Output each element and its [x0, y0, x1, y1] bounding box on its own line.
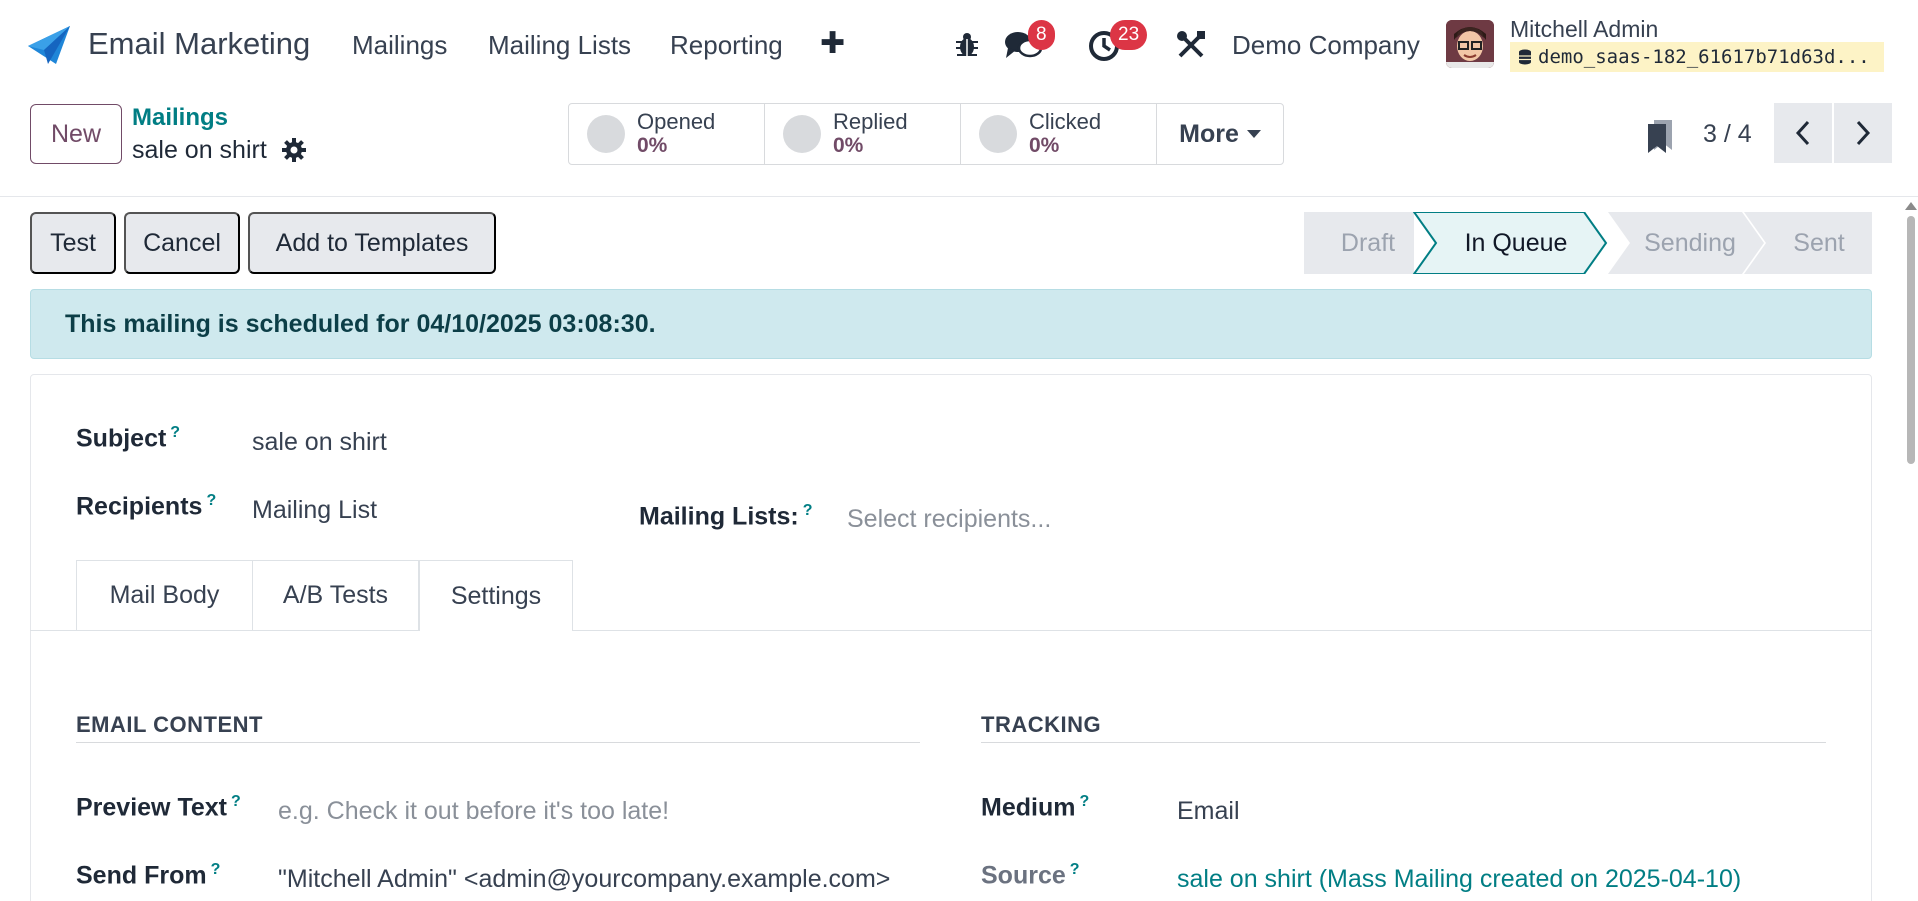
- preview-text-input[interactable]: e.g. Check it out before it's too late!: [278, 797, 669, 826]
- user-avatar-image: [1446, 20, 1494, 68]
- medium-label: Medium?: [981, 793, 1089, 822]
- test-button[interactable]: Test: [30, 212, 116, 274]
- chevron-left-icon: [1795, 120, 1810, 146]
- breadcrumb-mailings-link[interactable]: Mailings: [132, 104, 228, 132]
- help-icon[interactable]: ?: [1079, 793, 1089, 810]
- top-navbar: Email Marketing Mailings Mailing Lists R…: [0, 0, 1918, 90]
- status-pipeline: Draft In Queue Sending Sent: [1304, 212, 1872, 274]
- medium-label-text: Medium: [981, 793, 1076, 822]
- stage-draft[interactable]: Draft: [1304, 212, 1432, 274]
- stage-sent[interactable]: Sent: [1766, 212, 1872, 274]
- menu-mailings[interactable]: Mailings: [352, 30, 447, 61]
- more-dropdown-button[interactable]: More: [1157, 104, 1283, 164]
- stat-clicked-button[interactable]: Clicked 0%: [961, 104, 1157, 164]
- stat-opened-button[interactable]: Opened 0%: [569, 104, 765, 164]
- send-from-label-text: Send From: [76, 861, 207, 890]
- menu-reporting[interactable]: Reporting: [670, 30, 783, 61]
- stat-clicked-label: Clicked: [1029, 109, 1102, 134]
- help-icon[interactable]: ?: [211, 861, 221, 878]
- company-switcher[interactable]: Demo Company: [1232, 30, 1420, 61]
- source-label-text: Source: [981, 861, 1066, 890]
- mailing-lists-label-text: Mailing Lists:: [639, 502, 799, 531]
- help-icon[interactable]: ?: [231, 793, 241, 810]
- more-label: More: [1179, 119, 1239, 148]
- bookmarks-icon[interactable]: [1646, 118, 1674, 154]
- stage-in-queue[interactable]: In Queue: [1432, 212, 1600, 274]
- caret-down-icon: [1246, 130, 1261, 138]
- mailing-lists-label: Mailing Lists:?: [639, 502, 813, 531]
- subject-field[interactable]: sale on shirt: [252, 428, 387, 457]
- pager-next-button[interactable]: [1834, 103, 1892, 163]
- send-from-label: Send From?: [76, 861, 220, 890]
- help-icon[interactable]: ?: [170, 424, 180, 441]
- breadcrumb-current: sale on shirt: [132, 136, 267, 164]
- preview-text-label: Preview Text?: [76, 793, 241, 822]
- user-name[interactable]: Mitchell Admin: [1510, 16, 1658, 43]
- scroll-up-arrow-icon[interactable]: [1905, 202, 1917, 210]
- stat-opened-value: 0%: [637, 134, 668, 157]
- stat-replied-button[interactable]: Replied 0%: [765, 104, 961, 164]
- app-name[interactable]: Email Marketing: [88, 26, 310, 62]
- send-from-field[interactable]: "Mitchell Admin" <admin@yourcompany.exam…: [278, 865, 920, 894]
- stat-opened-gauge: [587, 115, 625, 153]
- database-name: demo_saas-182_61617b71d63d...: [1538, 46, 1870, 68]
- activities-count-badge: 23: [1110, 20, 1148, 50]
- stat-buttons: Opened 0% Replied 0% Clicked 0% More: [568, 103, 1284, 165]
- new-button[interactable]: New: [30, 104, 122, 164]
- tracking-section-title: TRACKING: [981, 712, 1102, 737]
- bug-icon[interactable]: [954, 30, 980, 58]
- stat-replied-gauge: [783, 115, 821, 153]
- recipients-label-text: Recipients: [76, 492, 203, 521]
- preview-text-label-text: Preview Text: [76, 793, 228, 822]
- menu-mailing-lists[interactable]: Mailing Lists: [488, 30, 631, 61]
- help-icon[interactable]: ?: [803, 502, 813, 519]
- email-content-rule: [76, 742, 920, 743]
- help-icon[interactable]: ?: [1070, 861, 1080, 878]
- email-marketing-logo-icon[interactable]: [26, 24, 72, 66]
- recipients-field[interactable]: Mailing List: [252, 496, 377, 525]
- plus-icon[interactable]: ✚: [820, 26, 845, 61]
- medium-field[interactable]: Email: [1177, 797, 1240, 826]
- user-avatar[interactable]: [1446, 20, 1494, 68]
- stat-clicked-value: 0%: [1029, 134, 1060, 157]
- stage-sending[interactable]: Sending: [1620, 212, 1760, 274]
- help-icon[interactable]: ?: [206, 492, 216, 509]
- scrollbar[interactable]: [1904, 198, 1917, 901]
- stat-opened-label: Opened: [637, 109, 716, 134]
- stat-replied-label: Replied: [833, 109, 908, 134]
- pager-previous-button[interactable]: [1774, 103, 1832, 163]
- subject-label: Subject?: [76, 424, 180, 453]
- add-to-templates-button[interactable]: Add to Templates: [248, 212, 496, 274]
- source-link[interactable]: sale on shirt (Mass Mailing created on 2…: [1177, 865, 1741, 894]
- database-chip[interactable]: demo_saas-182_61617b71d63d...: [1510, 42, 1884, 72]
- scheduled-alert: This mailing is scheduled for 04/10/2025…: [30, 289, 1872, 359]
- control-panel: New Mailings sale on shirt Opened 0% Rep…: [0, 90, 1918, 197]
- stat-replied-value: 0%: [833, 134, 864, 157]
- cancel-button[interactable]: Cancel: [124, 212, 240, 274]
- source-label: Source?: [981, 861, 1080, 890]
- subject-label-text: Subject: [76, 424, 167, 453]
- tabs-divider: [30, 630, 1872, 631]
- stat-clicked-gauge: [979, 115, 1017, 153]
- tab-settings[interactable]: Settings: [419, 560, 573, 631]
- mailing-lists-input[interactable]: Select recipients...: [847, 505, 1051, 534]
- messages-count-badge: 8: [1028, 20, 1055, 50]
- tab-ab-tests[interactable]: A/B Tests: [253, 560, 419, 630]
- email-content-section-title: EMAIL CONTENT: [76, 712, 263, 737]
- chevron-right-icon: [1856, 120, 1871, 146]
- tab-mail-body[interactable]: Mail Body: [76, 560, 253, 630]
- database-icon: [1519, 49, 1531, 65]
- recipients-label: Recipients?: [76, 492, 216, 521]
- form-tabs: Mail Body A/B Tests Settings: [76, 560, 573, 631]
- scrollbar-thumb[interactable]: [1907, 216, 1915, 464]
- tracking-rule: [981, 742, 1826, 743]
- pager-value[interactable]: 3 / 4: [1703, 120, 1752, 149]
- settings-tools-icon[interactable]: [1176, 30, 1206, 60]
- gear-icon[interactable]: [282, 138, 306, 162]
